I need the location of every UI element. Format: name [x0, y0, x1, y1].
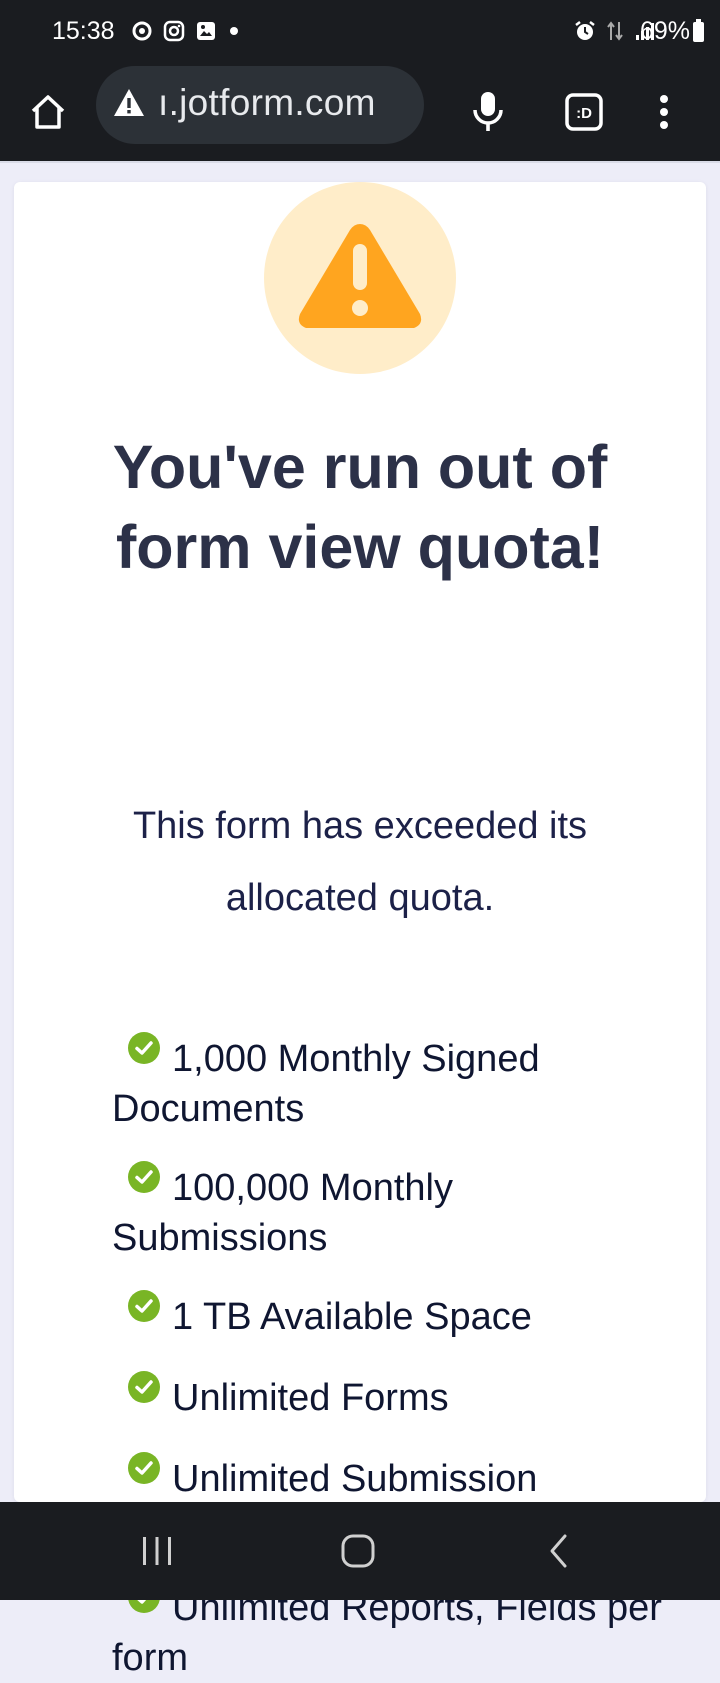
home-button[interactable] — [16, 80, 80, 144]
sync-icon — [132, 21, 152, 41]
tab-count: :D — [576, 105, 592, 122]
alarm-icon — [575, 21, 595, 40]
check-icon — [128, 1290, 160, 1322]
feature-text: 1 TB Available Space — [172, 1296, 532, 1338]
dot-icon — [230, 27, 238, 35]
check-icon — [128, 1032, 160, 1064]
tab-switcher-icon: :D — [565, 93, 603, 131]
voice-search-button[interactable] — [456, 80, 520, 144]
check-icon — [128, 1371, 160, 1403]
feature-item: Unlimited Forms — [112, 1371, 672, 1423]
feature-item: 100,000 Monthly Submissions — [112, 1161, 672, 1263]
data-arrows-icon — [607, 21, 623, 41]
browser-toolbar: ı.jotform.com :D — [0, 64, 720, 162]
check-icon — [128, 1161, 160, 1193]
back-button[interactable] — [504, 1516, 614, 1586]
more-menu-button[interactable] — [632, 80, 696, 144]
battery-percent: 69% — [639, 17, 690, 45]
gallery-icon — [197, 22, 215, 40]
home-circle-icon — [341, 1534, 375, 1568]
back-icon — [550, 1534, 567, 1568]
tab-switcher-button[interactable]: :D — [552, 80, 616, 144]
toolbar-divider — [0, 161, 720, 163]
instagram-icon — [163, 20, 185, 42]
feature-text: 1,000 Monthly Signed Documents — [112, 1038, 540, 1130]
feature-text: Unlimited Reports, Fields per form — [112, 1587, 662, 1679]
mic-icon — [473, 92, 503, 131]
warning-badge — [264, 182, 456, 374]
more-icon — [660, 95, 668, 129]
status-bar: 15:38 69% — [0, 0, 720, 64]
system-nav-bar — [0, 1502, 720, 1600]
warning-icon[interactable] — [112, 87, 146, 119]
warning-triangle-icon — [298, 224, 422, 328]
home-icon — [31, 95, 65, 129]
quota-card: You've run out of form view quota! This … — [14, 182, 706, 1679]
recents-button[interactable] — [102, 1516, 212, 1586]
feature-item: 1,000 Monthly Signed Documents — [112, 1032, 672, 1134]
url-text[interactable]: ı.jotform.com — [158, 82, 376, 124]
feature-item: 1 TB Available Space — [112, 1290, 672, 1342]
home-nav-button[interactable] — [303, 1516, 413, 1586]
page-title: You've run out of form view quota! — [112, 433, 608, 581]
address-bar[interactable]: ı.jotform.com — [96, 66, 424, 144]
feature-text: Unlimited Forms — [172, 1377, 449, 1419]
battery-icon — [693, 19, 704, 42]
recents-icon — [143, 1537, 171, 1565]
status-notification-icons — [131, 20, 241, 42]
page-subtitle: This form has exceeded its allocated quo… — [132, 805, 588, 919]
status-time: 15:38 — [52, 17, 115, 45]
check-icon — [128, 1452, 160, 1484]
feature-text: 100,000 Monthly Submissions — [112, 1167, 453, 1259]
